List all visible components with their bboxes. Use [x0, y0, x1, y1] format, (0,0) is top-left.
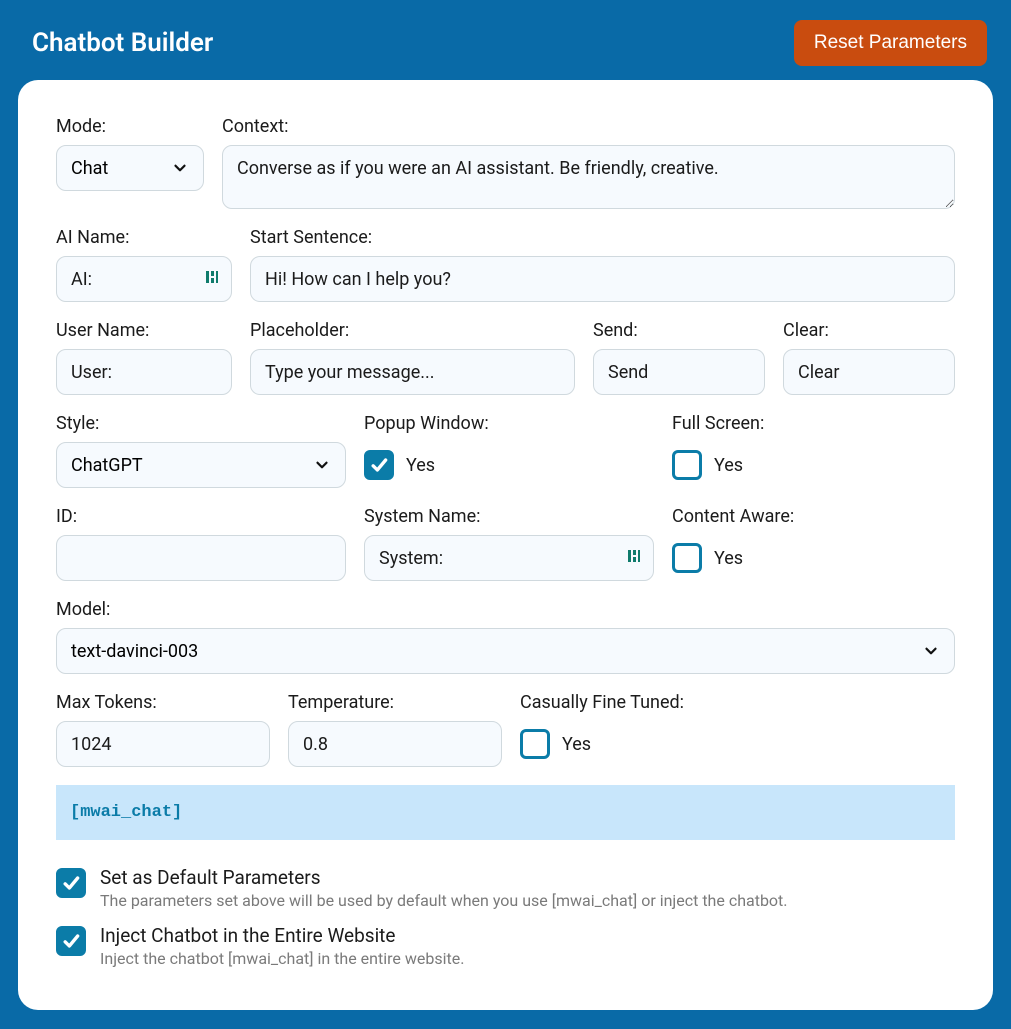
filter-icon [204, 269, 220, 289]
popup-window-yes-label: Yes [406, 455, 435, 476]
default-parameters-sub: The parameters set above will be used by… [100, 891, 788, 910]
start-sentence-input[interactable] [250, 256, 955, 302]
ai-name-label: AI Name: [56, 227, 232, 248]
style-select[interactable]: ChatGPT [56, 442, 346, 488]
context-textarea[interactable] [222, 145, 955, 209]
model-select-value: text-davinci-003 [71, 641, 198, 662]
full-screen-yes-label: Yes [714, 455, 743, 476]
id-label: ID: [56, 506, 346, 527]
context-label: Context: [222, 116, 955, 137]
style-select-value: ChatGPT [71, 455, 143, 476]
casually-fine-tuned-yes-label: Yes [562, 734, 591, 755]
temperature-label: Temperature: [288, 692, 502, 713]
style-label: Style: [56, 413, 346, 434]
inject-chatbot-title: Inject Chatbot in the Entire Website [100, 924, 464, 947]
user-name-input[interactable] [56, 349, 232, 395]
model-select[interactable]: text-davinci-003 [56, 628, 955, 674]
content-aware-yes-label: Yes [714, 548, 743, 569]
temperature-input[interactable] [288, 721, 502, 767]
send-input[interactable] [593, 349, 765, 395]
full-screen-checkbox[interactable] [672, 450, 702, 480]
mode-label: Mode: [56, 116, 204, 137]
reset-parameters-button[interactable]: Reset Parameters [794, 20, 987, 66]
inject-chatbot-checkbox[interactable] [56, 926, 86, 956]
chevron-down-icon [313, 456, 331, 474]
user-name-label: User Name: [56, 320, 232, 341]
system-name-label: System Name: [364, 506, 654, 527]
popup-window-checkbox[interactable] [364, 450, 394, 480]
popup-window-label: Popup Window: [364, 413, 654, 434]
casually-fine-tuned-checkbox[interactable] [520, 729, 550, 759]
shortcode-box: [mwai_chat] [56, 785, 955, 840]
full-screen-label: Full Screen: [672, 413, 955, 434]
chevron-down-icon [922, 642, 940, 660]
mode-select-value: Chat [71, 158, 108, 179]
placeholder-label: Placeholder: [250, 320, 575, 341]
system-name-input[interactable] [364, 535, 654, 581]
inject-chatbot-sub: Inject the chatbot [mwai_chat] in the en… [100, 949, 464, 968]
builder-card: Mode: Chat Context: AI Name: [18, 80, 993, 1010]
page-title: Chatbot Builder [32, 28, 213, 58]
start-sentence-label: Start Sentence: [250, 227, 955, 248]
clear-input[interactable] [783, 349, 955, 395]
default-parameters-title: Set as Default Parameters [100, 866, 788, 889]
max-tokens-label: Max Tokens: [56, 692, 270, 713]
placeholder-input[interactable] [250, 349, 575, 395]
id-input[interactable] [56, 535, 346, 581]
content-aware-checkbox[interactable] [672, 543, 702, 573]
casually-fine-tuned-label: Casually Fine Tuned: [520, 692, 955, 713]
send-label: Send: [593, 320, 765, 341]
model-label: Model: [56, 599, 955, 620]
max-tokens-input[interactable] [56, 721, 270, 767]
mode-select[interactable]: Chat [56, 145, 204, 191]
content-aware-label: Content Aware: [672, 506, 955, 527]
clear-label: Clear: [783, 320, 955, 341]
default-parameters-checkbox[interactable] [56, 868, 86, 898]
chevron-down-icon [171, 159, 189, 177]
filter-icon [626, 548, 642, 568]
